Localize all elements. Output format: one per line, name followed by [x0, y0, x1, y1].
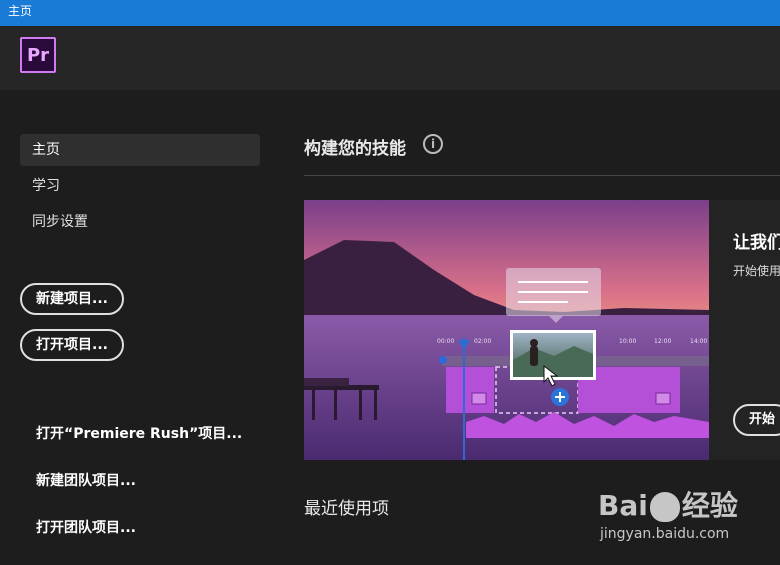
start-button[interactable]: 开始 [733, 404, 780, 436]
info-icon[interactable]: i [423, 134, 443, 154]
sidebar-item-label: 同步设置 [32, 214, 88, 230]
tutorial-card: 让我们 开始使用 开始 [709, 200, 780, 460]
open-rush-project-link[interactable]: 打开“Premiere Rush”项目... [36, 423, 242, 443]
new-team-project-link[interactable]: 新建团队项目... [36, 470, 136, 490]
timeline-tick: 14:00 [690, 338, 707, 345]
sidebar: 主页 学习 同步设置 新建项目... 打开项目... 打开“Premiere R… [0, 90, 280, 565]
app-header: Pr [0, 26, 780, 90]
watermark-brand: Bai 经验 [598, 489, 738, 522]
sidebar-item-label: 学习 [32, 178, 60, 194]
banner-illustration: 00:00 02:00 10:00 12:00 14:00 [304, 200, 709, 460]
timeline-tick: 02:00 [474, 338, 491, 345]
card-title: 让我们 [733, 233, 780, 253]
new-project-button[interactable]: 新建项目... [20, 283, 124, 315]
premiere-pro-logo: Pr [20, 37, 56, 73]
sidebar-item-home[interactable]: 主页 [20, 134, 260, 166]
baidu-jingyan-watermark: Bai 经验 jingyan.baidu.com [598, 484, 748, 554]
open-project-button[interactable]: 打开项目... [20, 329, 124, 361]
window-title: 主页 [8, 4, 33, 18]
timeline-tick: 00:00 [437, 338, 454, 345]
divider [304, 175, 780, 176]
window-title-bar: 主页 [0, 0, 780, 26]
sidebar-item-learn[interactable]: 学习 [20, 170, 260, 202]
paw-icon [649, 492, 680, 522]
sidebar-item-sync-settings[interactable]: 同步设置 [20, 206, 260, 238]
timeline-tick: 12:00 [654, 338, 671, 345]
open-team-project-link[interactable]: 打开团队项目... [36, 517, 136, 537]
recent-items-title: 最近使用项 [304, 499, 389, 519]
logo-text: Pr [26, 44, 50, 66]
sidebar-item-label: 主页 [32, 142, 60, 158]
timeline-tick: 10:00 [619, 338, 636, 345]
tutorial-banner[interactable]: 00:00 02:00 10:00 12:00 14:00 [304, 200, 709, 460]
section-title: 构建您的技能 [304, 139, 406, 159]
card-subtitle: 开始使用 [733, 264, 780, 278]
watermark-url: jingyan.baidu.com [600, 526, 730, 542]
